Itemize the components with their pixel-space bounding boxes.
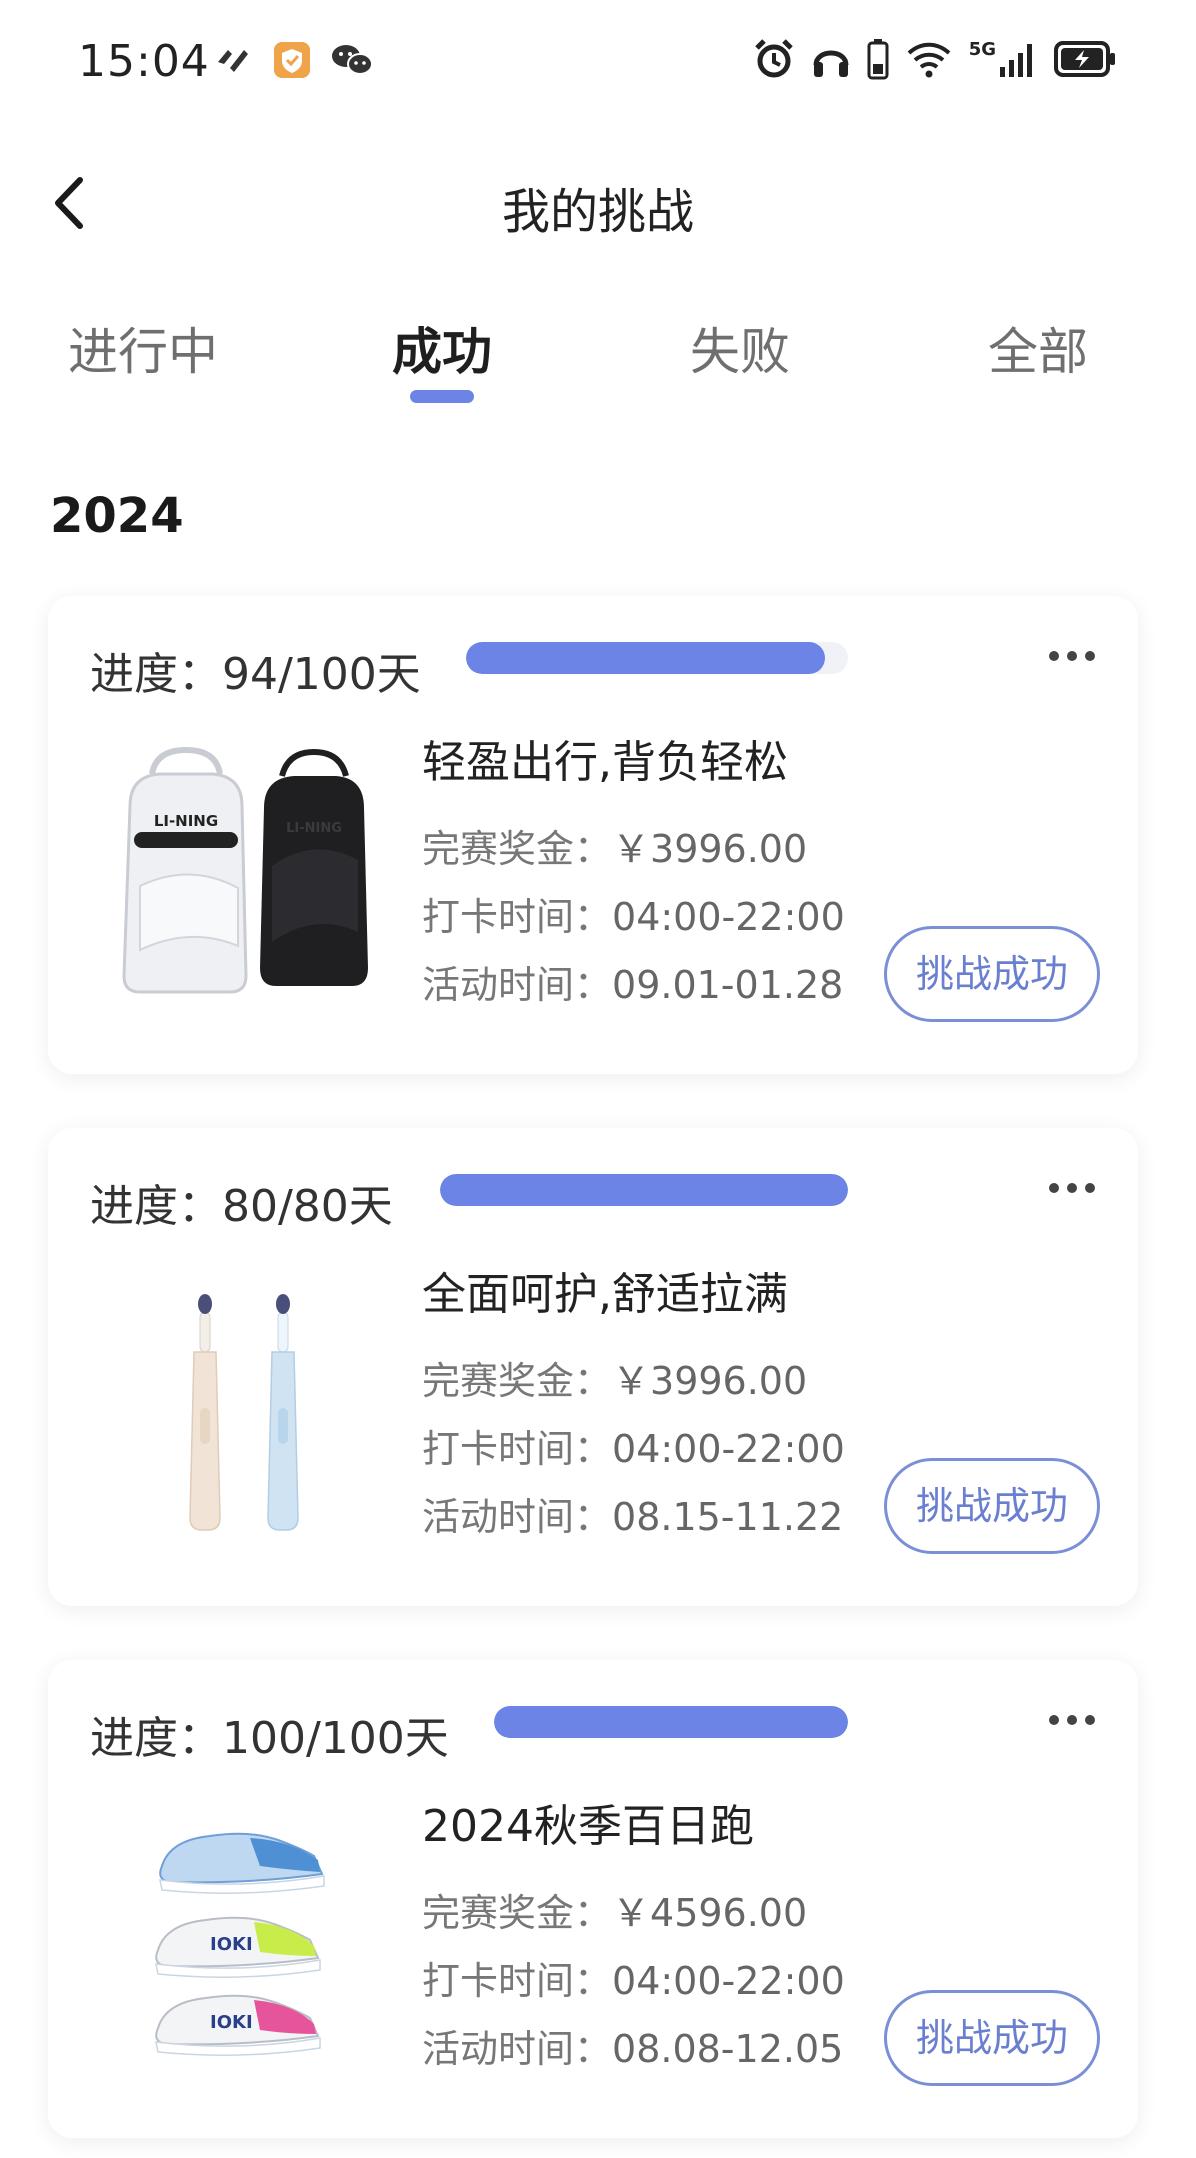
activity-value: 09.01-01.28: [612, 963, 844, 1007]
progress-label: 进度：100/100天: [90, 1713, 449, 1764]
status-left-icons: [214, 40, 374, 80]
prize-label: 完赛奖金：: [422, 1891, 613, 1935]
challenge-success-button[interactable]: 挑战成功: [884, 926, 1100, 1022]
tab-all[interactable]: 全部: [938, 312, 1138, 384]
more-dots-icon: [1049, 1183, 1095, 1193]
battery-charging-icon: [1054, 41, 1115, 77]
page-title: 我的挑战: [501, 184, 694, 240]
challenge-title: 轻盈出行,背负轻松: [422, 737, 788, 788]
tab-success[interactable]: 成功: [342, 312, 542, 384]
wifi-icon: [907, 42, 951, 78]
more-options-button[interactable]: [1044, 1700, 1100, 1740]
activity-value: 08.15-11.22: [612, 1495, 844, 1539]
more-dots-icon: [1049, 651, 1095, 661]
progress-label: 进度：80/80天: [90, 1181, 393, 1232]
prize-label: 完赛奖金：: [422, 827, 613, 871]
tab-in-progress[interactable]: 进行中: [43, 312, 243, 384]
app-icon: [218, 50, 248, 72]
signal-icon: 5G: [969, 39, 1038, 79]
activity-value: 08.08-12.05: [612, 2027, 844, 2071]
prize-value: ￥3996.00: [612, 827, 808, 871]
battery-small-icon: [867, 39, 889, 80]
network-type: 5G: [968, 39, 996, 60]
status-bar: 15:04 5G: [0, 0, 1196, 130]
brand-logo: LI-NING: [154, 812, 218, 830]
checkin-line: 打卡时间：04:00-22:00: [422, 1950, 845, 2005]
challenge-card[interactable]: 进度：94/100天 LI-NING LI-NING 轻盈出行,背负轻松 完赛奖…: [48, 596, 1138, 1074]
more-options-button[interactable]: [1044, 636, 1100, 676]
progress-bar: [440, 1174, 848, 1206]
year-heading: 2024: [50, 488, 184, 544]
activity-line: 活动时间：09.01-01.28: [422, 954, 843, 1009]
activity-line: 活动时间：08.08-12.05: [422, 2018, 843, 2073]
backpack-image: LI-NING LI-NING: [100, 736, 380, 1006]
activity-label: 活动时间：: [422, 1495, 613, 1539]
checkin-label: 打卡时间：: [422, 895, 613, 939]
progress-fill: [494, 1706, 848, 1738]
tab-failed[interactable]: 失败: [640, 312, 840, 384]
checkin-value: 04:00-22:00: [612, 1959, 845, 2003]
headphones-icon: [813, 50, 849, 77]
svg-text:LI-NING: LI-NING: [286, 821, 342, 836]
prize-value: ￥3996.00: [612, 1359, 808, 1403]
progress-fill: [440, 1174, 848, 1206]
wechat-icon: [332, 45, 373, 75]
prize-line: 完赛奖金：￥4596.00: [422, 1882, 807, 1937]
progress-fill: [466, 642, 826, 674]
prize-label: 完赛奖金：: [422, 1359, 613, 1403]
activity-label: 活动时间：: [422, 963, 613, 1007]
toothbrush-image: [100, 1268, 380, 1538]
challenge-title: 2024秋季百日跑: [422, 1801, 754, 1852]
prize-value: ￥4596.00: [612, 1891, 808, 1935]
svg-text:IOKI: IOKI: [210, 2012, 253, 2033]
alarm-icon: [754, 39, 793, 78]
shield-heart-icon: [274, 42, 310, 78]
challenge-success-button[interactable]: 挑战成功: [884, 1990, 1100, 2086]
challenge-card[interactable]: 进度：100/100天 IOKI IOKI 2024秋季百日跑 完赛奖金：￥45…: [48, 1660, 1138, 2138]
prize-line: 完赛奖金：￥3996.00: [422, 818, 807, 873]
status-right-icons: 5G: [753, 38, 1116, 80]
checkin-label: 打卡时间：: [422, 1427, 613, 1471]
checkin-line: 打卡时间：04:00-22:00: [422, 886, 845, 941]
running-shoes-image: IOKI IOKI: [100, 1800, 380, 2070]
progress-bar: [466, 642, 848, 674]
progress-label: 进度：94/100天: [90, 649, 421, 700]
prize-line: 完赛奖金：￥3996.00: [422, 1350, 807, 1405]
tab-active-indicator: [410, 390, 474, 403]
activity-label: 活动时间：: [422, 2027, 613, 2071]
challenge-success-button[interactable]: 挑战成功: [884, 1458, 1100, 1554]
more-options-button[interactable]: [1044, 1168, 1100, 1208]
status-time: 15:04: [78, 36, 210, 87]
checkin-value: 04:00-22:00: [612, 895, 845, 939]
activity-line: 活动时间：08.15-11.22: [422, 1486, 843, 1541]
checkin-value: 04:00-22:00: [612, 1427, 845, 1471]
more-dots-icon: [1049, 1715, 1095, 1725]
checkin-line: 打卡时间：04:00-22:00: [422, 1418, 845, 1473]
tab-bar: 进行中 成功 失败 全部: [0, 312, 1196, 412]
progress-bar: [494, 1706, 848, 1738]
challenge-card[interactable]: 进度：80/80天 全面呵护,舒适拉满 完赛奖金：￥3996.00 打卡时间：0…: [48, 1128, 1138, 1606]
challenge-title: 全面呵护,舒适拉满: [422, 1269, 788, 1320]
svg-text:IOKI: IOKI: [210, 1934, 253, 1955]
checkin-label: 打卡时间：: [422, 1959, 613, 2003]
